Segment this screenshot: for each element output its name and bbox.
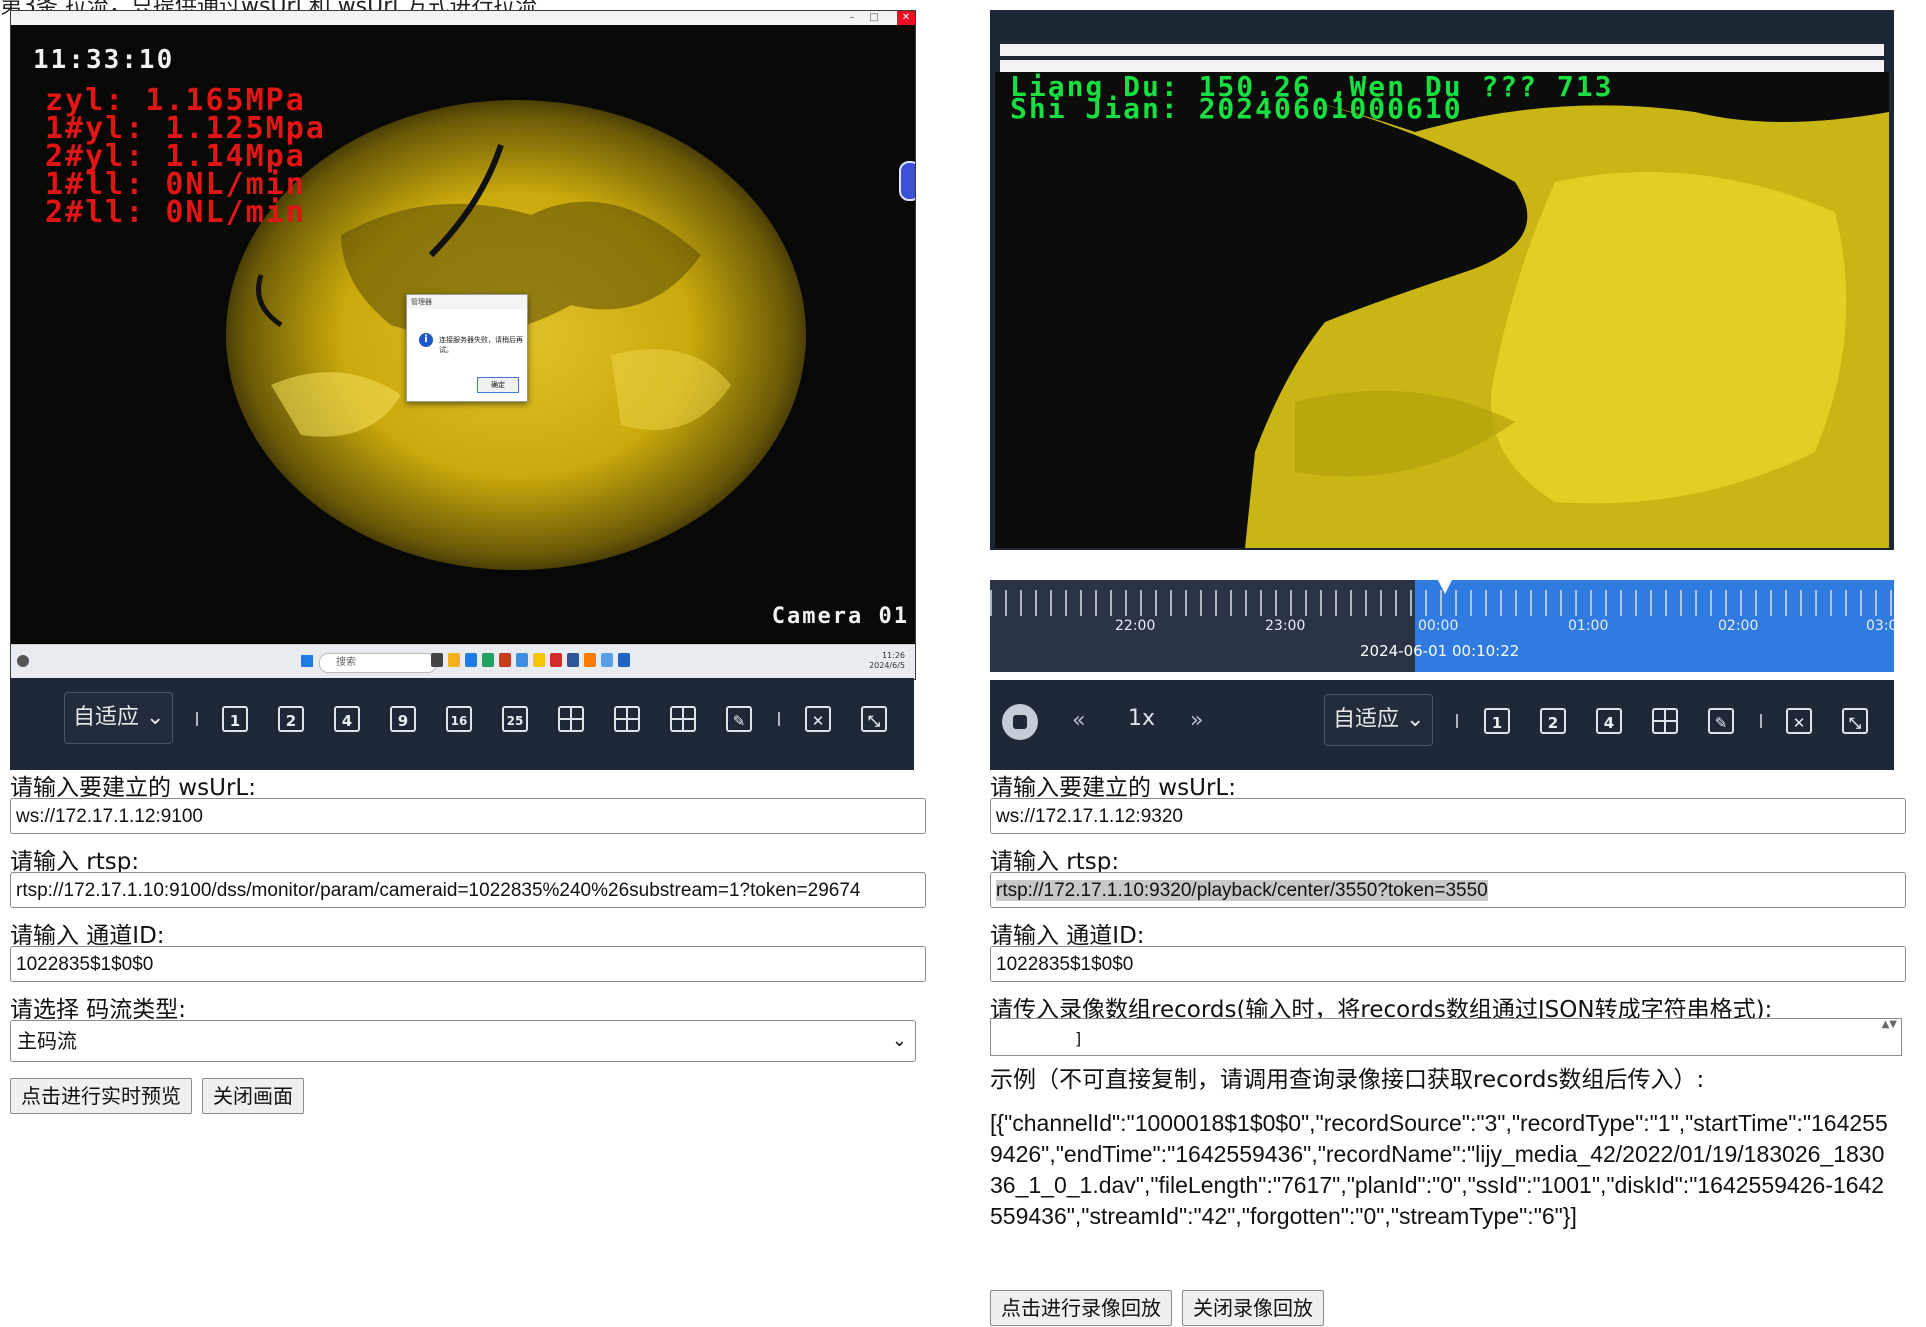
- fullscreen-icon[interactable]: ⤡: [861, 706, 887, 732]
- wsurl-label: 请输入要建立的 wsUrL:: [10, 775, 256, 801]
- osd-flow-2ll: 2#ll: 0NL/min: [45, 195, 306, 230]
- fullscreen-icon[interactable]: ⤡: [1842, 708, 1868, 734]
- channel-id-label: 请输入 通道ID:: [990, 923, 1145, 949]
- osd-timestamp: Shi Jian: 20240601000610: [1010, 92, 1463, 125]
- stream-type-select[interactable]: 主码流 ⌄: [10, 1020, 916, 1062]
- edit-icon[interactable]: ✎: [726, 706, 752, 732]
- separator: [778, 712, 780, 726]
- layout-1plus7-icon[interactable]: [614, 706, 640, 732]
- layout-1-button[interactable]: 1: [1484, 708, 1510, 734]
- taskbar-time: 11:26: [881, 651, 905, 660]
- chevron-down-icon: ⌄: [1406, 707, 1425, 732]
- layout-25-button[interactable]: 25: [502, 706, 528, 732]
- playback-feed-image: [995, 72, 1889, 548]
- channel-id-input[interactable]: 1022835$1$0$0: [10, 946, 926, 982]
- left-control-bar: 自适应 ⌄ 1 2 4 9 16 25 ✎ ✕ ⤡: [10, 678, 914, 770]
- taskbar-search[interactable]: 搜索: [319, 653, 437, 673]
- channel-id-input[interactable]: 1022835$1$0$0: [990, 946, 1906, 982]
- timeline-current-datetime: 2024-06-01 00:10:22: [1360, 642, 1520, 660]
- right-control-bar: « 1x » 自适应 ⌄ 1 2 4 ✎ ✕ ⤡: [990, 680, 1894, 770]
- example-json: [{"channelId":"1000018$1$0$0","recordSou…: [990, 1110, 1888, 1229]
- chevron-down-icon: ⌄: [146, 705, 165, 730]
- os-taskbar: 搜索 11:26 2024/6/5: [11, 644, 915, 679]
- fast-forward-icon[interactable]: »: [1190, 708, 1203, 733]
- dialog-title: 管理器: [407, 295, 527, 309]
- dialog-message: 连接服务器失败，请稍后再试。: [439, 336, 523, 354]
- close-all-icon[interactable]: ✕: [805, 706, 831, 732]
- rtsp-selected-text: rtsp://172.17.1.10:9320/playback/center/…: [996, 880, 1488, 901]
- timeline-label-0300: 03:0: [1866, 618, 1894, 634]
- fit-label: 自适应: [1333, 707, 1400, 732]
- close-playback-button[interactable]: 关闭录像回放: [1182, 1290, 1324, 1326]
- layout-2-button[interactable]: 2: [1540, 708, 1566, 734]
- taskbar-app-icons[interactable]: [431, 653, 630, 671]
- timeline-label-0000: 00:00: [1418, 618, 1459, 634]
- wsurl-input[interactable]: ws://172.17.1.12:9100: [10, 798, 926, 834]
- close-preview-button[interactable]: 关闭画面: [202, 1078, 304, 1114]
- info-icon: i: [419, 333, 433, 347]
- taskbar-date: 2024/6/5: [869, 661, 905, 670]
- timeline-label-2200: 22:00: [1115, 618, 1156, 634]
- live-video-window[interactable]: – □ ✕ 11:33:10 zyl: 1.165MPa 1#yl: 1.125…: [10, 10, 916, 680]
- layout-16-button[interactable]: 16: [446, 706, 472, 732]
- start-playback-button[interactable]: 点击进行录像回放: [990, 1290, 1172, 1326]
- side-toggle-button[interactable]: [899, 161, 915, 201]
- minimize-icon[interactable]: –: [843, 11, 861, 25]
- stop-button[interactable]: [1002, 704, 1038, 740]
- close-all-icon[interactable]: ✕: [1786, 708, 1812, 734]
- rewind-icon[interactable]: «: [1072, 708, 1085, 733]
- timeline-label-0100: 01:00: [1568, 618, 1609, 634]
- channel-id-label: 请输入 通道ID:: [10, 923, 165, 949]
- separator: [1456, 714, 1458, 728]
- chevron-down-icon: ⌄: [891, 1030, 907, 1051]
- playback-speed[interactable]: 1x: [1128, 706, 1155, 731]
- timeline-label-0200: 02:00: [1718, 618, 1759, 634]
- playback-timeline[interactable]: 22:00 23:00 00:00 01:00 02:00 03:0 2024-…: [990, 580, 1894, 672]
- rtsp-label: 请输入 rtsp:: [990, 849, 1120, 875]
- playback-video-window[interactable]: Liang Du: 150.26 ,Wen Du ??? 713 Shi Jia…: [990, 10, 1894, 550]
- records-textarea-content: ]: [1075, 1029, 1082, 1048]
- edit-icon[interactable]: ✎: [1708, 708, 1734, 734]
- layout-2-button[interactable]: 2: [278, 706, 304, 732]
- layout-1plus5-icon[interactable]: [558, 706, 584, 732]
- layout-1-button[interactable]: 1: [222, 706, 248, 732]
- fit-label: 自适应: [73, 705, 140, 730]
- widget-icon[interactable]: [17, 655, 29, 667]
- close-icon[interactable]: ✕: [897, 11, 915, 25]
- osd-time: 11:33:10: [33, 45, 175, 75]
- inner-window-titlebar: [1000, 44, 1884, 56]
- windows-start-icon[interactable]: [301, 655, 313, 667]
- layout-9-button[interactable]: 9: [390, 706, 416, 732]
- rtsp-label: 请输入 rtsp:: [10, 849, 140, 875]
- osd-camera-label: Camera 01: [771, 604, 909, 629]
- rtsp-input[interactable]: rtsp://172.17.1.10:9100/dss/monitor/para…: [10, 872, 926, 908]
- layout-1plus5-icon[interactable]: [1652, 708, 1678, 734]
- wsurl-input[interactable]: ws://172.17.1.12:9320: [990, 798, 1906, 834]
- records-textarea[interactable]: ] ▲▼: [990, 1018, 1902, 1056]
- start-preview-button[interactable]: 点击进行实时预览: [10, 1078, 192, 1114]
- layout-4-button[interactable]: 4: [1596, 708, 1622, 734]
- layout-4-button[interactable]: 4: [334, 706, 360, 732]
- stop-icon: [1013, 715, 1027, 729]
- error-dialog: 管理器 i 连接服务器失败，请稍后再试。 确定: [406, 294, 528, 402]
- timeline-cursor[interactable]: [1438, 580, 1452, 594]
- window-titlebar: – □ ✕: [11, 11, 915, 26]
- dialog-ok-button[interactable]: 确定: [477, 377, 519, 393]
- rtsp-input[interactable]: rtsp://172.17.1.10:9320/playback/center/…: [990, 872, 1906, 908]
- layout-1plus9-icon[interactable]: [670, 706, 696, 732]
- fit-dropdown[interactable]: 自适应 ⌄: [64, 692, 174, 744]
- maximize-icon[interactable]: □: [865, 11, 883, 25]
- timeline-label-2300: 23:00: [1265, 618, 1306, 634]
- wsurl-label: 请输入要建立的 wsUrL:: [990, 775, 1236, 801]
- separator: [1760, 714, 1762, 728]
- fit-dropdown[interactable]: 自适应 ⌄: [1324, 694, 1434, 746]
- stream-type-value: 主码流: [17, 1029, 77, 1053]
- stream-type-label: 请选择 码流类型:: [10, 997, 187, 1023]
- example-label: 示例（不可直接复制，请调用查询录像接口获取records数组后传入）:: [990, 1067, 1705, 1093]
- taskbar-clock[interactable]: 11:26 2024/6/5: [869, 651, 905, 671]
- textarea-spinner-icon[interactable]: ▲▼: [1882, 1019, 1897, 1030]
- separator: [196, 712, 198, 726]
